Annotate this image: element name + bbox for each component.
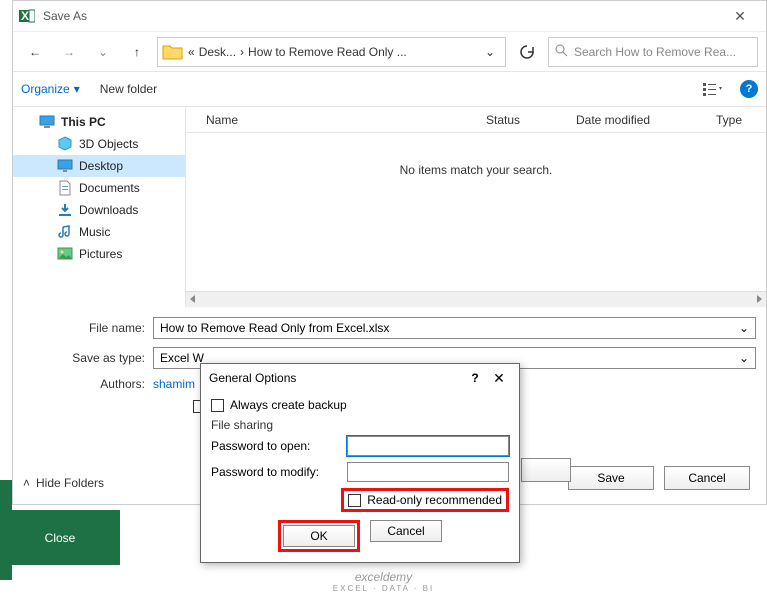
breadcrumb-item-1[interactable]: Desk... bbox=[199, 45, 236, 59]
horizontal-scrollbar[interactable] bbox=[186, 291, 766, 307]
chevron-down-icon[interactable]: ⌄ bbox=[739, 351, 749, 365]
ok-highlight: OK bbox=[278, 520, 360, 552]
sidebar-item-this-pc[interactable]: This PC bbox=[13, 111, 185, 133]
cancel-button[interactable]: Cancel bbox=[664, 466, 750, 490]
titlebar: X Save As ✕ bbox=[13, 1, 766, 31]
close-icon[interactable]: ✕ bbox=[487, 370, 511, 387]
music-icon bbox=[57, 224, 73, 240]
help-icon[interactable]: ? bbox=[463, 371, 487, 385]
pw-modify-input[interactable] bbox=[347, 462, 509, 482]
desktop-icon bbox=[57, 158, 73, 174]
breadcrumb-sep: « bbox=[188, 45, 195, 59]
file-name-input[interactable]: How to Remove Read Only from Excel.xlsx … bbox=[153, 317, 756, 339]
backup-checkbox[interactable] bbox=[211, 399, 224, 412]
chevron-down-icon[interactable]: ⌄ bbox=[89, 38, 117, 66]
pw-open-label: Password to open: bbox=[211, 439, 341, 453]
sidebar-item-documents[interactable]: Documents bbox=[13, 177, 185, 199]
save-button[interactable]: Save bbox=[568, 466, 654, 490]
navbar: ← → ⌄ ↑ « Desk... › How to Remove Read O… bbox=[13, 31, 766, 71]
watermark: exceldemy EXCEL · DATA · BI bbox=[333, 570, 434, 593]
download-icon bbox=[57, 202, 73, 218]
general-options-title: General Options bbox=[209, 371, 463, 385]
refresh-icon[interactable] bbox=[512, 37, 542, 67]
hide-folders-button[interactable]: ˄ Hide Folders bbox=[23, 476, 104, 490]
column-type[interactable]: Type bbox=[716, 113, 766, 127]
column-headers: Name Status Date modified Type bbox=[186, 107, 766, 133]
chevron-right-icon: › bbox=[240, 45, 244, 59]
file-list: Name Status Date modified Type No items … bbox=[186, 107, 766, 307]
close-icon[interactable]: ✕ bbox=[720, 1, 760, 31]
sidebar: This PC 3D Objects Desktop Documents Dow… bbox=[13, 107, 186, 307]
general-options-titlebar: General Options ? ✕ bbox=[201, 364, 519, 392]
up-icon[interactable]: ↑ bbox=[123, 38, 151, 66]
breadcrumb-dropdown-icon[interactable]: ⌄ bbox=[479, 45, 501, 59]
monitor-icon bbox=[39, 114, 55, 130]
document-icon bbox=[57, 180, 73, 196]
file-sharing-label: File sharing bbox=[211, 418, 509, 432]
sidebar-item-downloads[interactable]: Downloads bbox=[13, 199, 185, 221]
backup-label: Always create backup bbox=[230, 398, 347, 412]
sidebar-item-desktop[interactable]: Desktop bbox=[13, 155, 185, 177]
chevron-down-icon[interactable]: ⌄ bbox=[739, 321, 749, 335]
organize-button[interactable]: Organize ▾ bbox=[21, 82, 80, 96]
gen-cancel-button[interactable]: Cancel bbox=[370, 520, 442, 542]
authors-label: Authors: bbox=[53, 377, 153, 391]
close-label: Close bbox=[45, 531, 76, 545]
file-name-label: File name: bbox=[53, 321, 153, 335]
back-icon[interactable]: ← bbox=[21, 38, 49, 66]
pw-open-input[interactable] bbox=[347, 436, 509, 456]
excel-icon: X bbox=[19, 8, 35, 24]
chevron-down-icon: ▾ bbox=[74, 82, 80, 96]
search-input[interactable]: Search How to Remove Rea... bbox=[548, 37, 758, 67]
ok-button[interactable]: OK bbox=[283, 525, 355, 547]
folder-icon bbox=[162, 42, 184, 62]
column-date[interactable]: Date modified bbox=[576, 113, 716, 127]
column-status[interactable]: Status bbox=[486, 113, 576, 127]
readonly-highlight: Read-only recommended bbox=[341, 488, 509, 512]
help-icon[interactable]: ? bbox=[740, 80, 758, 98]
sidebar-item-music[interactable]: Music bbox=[13, 221, 185, 243]
column-name[interactable]: Name bbox=[206, 113, 486, 127]
cube-icon bbox=[57, 136, 73, 152]
sidebar-item-3d-objects[interactable]: 3D Objects bbox=[13, 133, 185, 155]
authors-value[interactable]: shamim bbox=[153, 377, 195, 391]
search-icon bbox=[555, 44, 568, 60]
breadcrumb-item-2[interactable]: How to Remove Read Only ... bbox=[248, 45, 407, 59]
readonly-label: Read-only recommended bbox=[367, 493, 502, 507]
toolbar: Organize ▾ New folder ? bbox=[13, 71, 766, 107]
close-panel[interactable]: Close bbox=[0, 510, 120, 565]
tools-button-partial[interactable] bbox=[521, 458, 571, 482]
picture-icon bbox=[57, 246, 73, 262]
window-title: Save As bbox=[43, 9, 87, 23]
pw-modify-label: Password to modify: bbox=[211, 465, 341, 479]
sidebar-item-pictures[interactable]: Pictures bbox=[13, 243, 185, 265]
svg-text:X: X bbox=[21, 9, 29, 23]
readonly-checkbox[interactable] bbox=[348, 494, 361, 507]
view-icon[interactable] bbox=[698, 78, 728, 100]
empty-message: No items match your search. bbox=[186, 133, 766, 291]
forward-icon: → bbox=[55, 38, 83, 66]
search-placeholder: Search How to Remove Rea... bbox=[574, 45, 736, 59]
general-options-dialog: General Options ? ✕ Always create backup… bbox=[200, 363, 520, 563]
new-folder-button[interactable]: New folder bbox=[100, 82, 157, 96]
breadcrumb[interactable]: « Desk... › How to Remove Read Only ... … bbox=[157, 37, 506, 67]
save-type-label: Save as type: bbox=[53, 351, 153, 365]
chevron-up-icon: ˄ bbox=[23, 476, 30, 490]
